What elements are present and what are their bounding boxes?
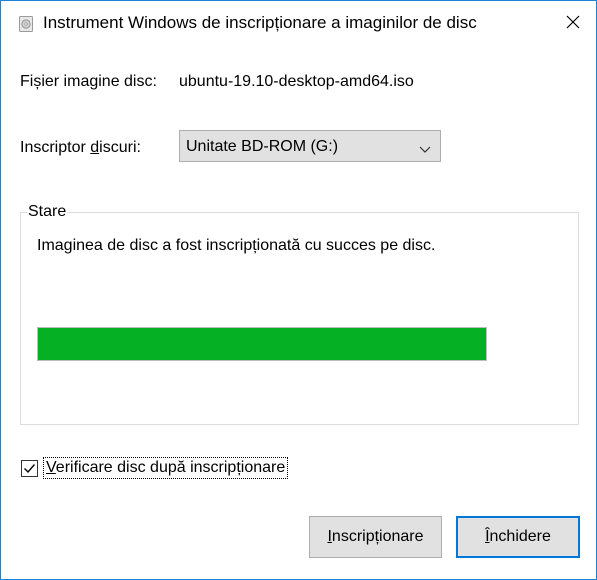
- close-button-label: Închidere: [485, 528, 551, 545]
- verify-disc-checkbox[interactable]: [21, 460, 38, 477]
- burn-progress-bar: [37, 327, 487, 361]
- disc-burner-label: Inscriptor discuri:: [20, 139, 141, 156]
- dialog-window: Instrument Windows de inscripționare a i…: [0, 0, 597, 580]
- burn-button-label: Inscripționare: [327, 528, 424, 545]
- disc-burner-selected-value: Unitate BD-ROM (G:): [186, 138, 339, 155]
- burn-button[interactable]: Inscripționare: [309, 516, 442, 558]
- disc-image-file-label: Fișier imagine disc:: [20, 73, 157, 90]
- disc-image-file-value: ubuntu-19.10-desktop-amd64.iso: [179, 73, 414, 90]
- status-message: Imaginea de disc a fost inscripționată c…: [37, 237, 436, 254]
- chevron-down-icon: [419, 141, 431, 153]
- disc-burner-app-icon: [19, 16, 33, 32]
- verify-disc-label[interactable]: Verificare disc după inscripționare: [43, 457, 289, 479]
- close-icon: [566, 15, 580, 34]
- close-button[interactable]: Închidere: [456, 516, 580, 558]
- close-window-button[interactable]: [550, 1, 596, 47]
- status-group-label: Stare: [27, 203, 68, 221]
- progress-fill: [38, 328, 486, 360]
- window-title: Instrument Windows de inscripționare a i…: [43, 13, 477, 32]
- checkmark-icon: [22, 461, 37, 481]
- disc-burner-select[interactable]: Unitate BD-ROM (G:): [179, 130, 441, 162]
- title-bar[interactable]: Instrument Windows de inscripționare a i…: [1, 1, 596, 47]
